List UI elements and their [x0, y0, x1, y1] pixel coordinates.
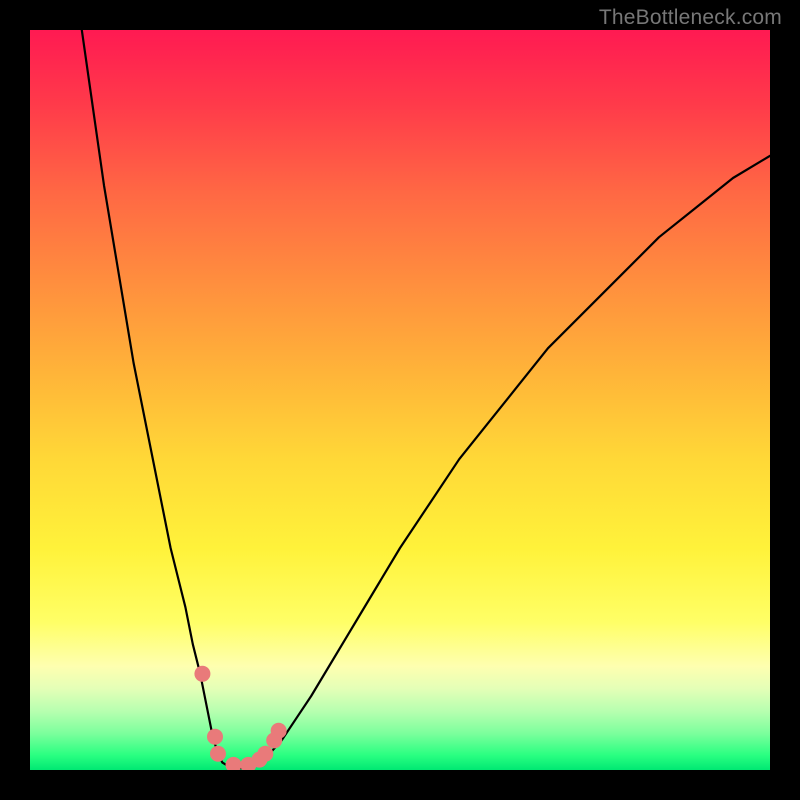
- right-dot-2: [257, 746, 273, 762]
- left-dot-1: [194, 666, 210, 682]
- watermark-text: TheBottleneck.com: [599, 6, 782, 30]
- left-dot-3: [210, 746, 226, 762]
- plot-area: [30, 30, 770, 770]
- curve-layer: [30, 30, 770, 770]
- right-dot-4: [271, 723, 287, 739]
- bottleneck-curve: [82, 30, 770, 769]
- left-dot-2: [207, 729, 223, 745]
- mid-dot-1: [226, 757, 242, 770]
- outer-frame: TheBottleneck.com: [0, 0, 800, 800]
